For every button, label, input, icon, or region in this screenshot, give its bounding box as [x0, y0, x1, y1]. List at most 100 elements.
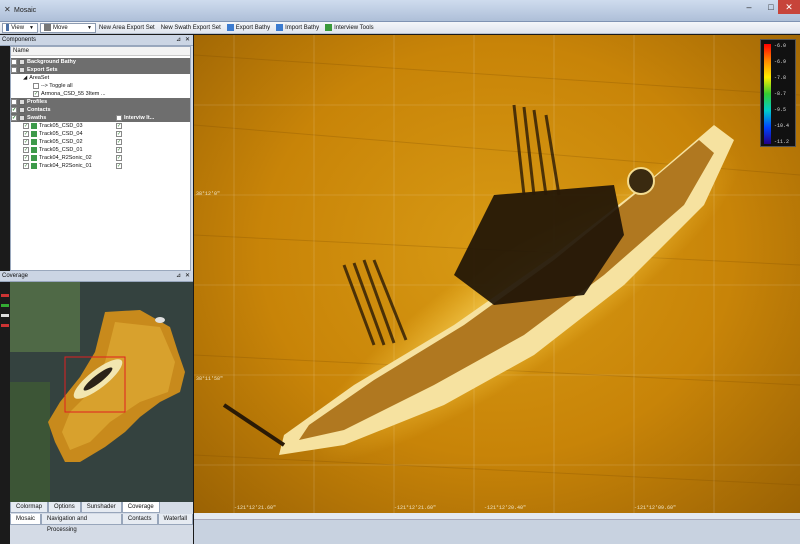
interview-checkbox[interactable] — [116, 155, 122, 161]
close-icon[interactable]: ✕ — [185, 272, 190, 279]
view-dropdown[interactable]: View ▼ — [2, 22, 38, 33]
checkbox[interactable] — [33, 91, 39, 97]
tree-item-areaset-entry[interactable]: Armona_CSD_55 3Item ... — [11, 90, 190, 98]
minimize-button[interactable]: – — [738, 0, 760, 14]
checkbox[interactable] — [23, 123, 29, 129]
export-bathy-button[interactable]: Export Bathy — [224, 22, 273, 33]
tree-group-export-sets[interactable]: Export Sets — [11, 66, 190, 74]
coverage-map[interactable] — [10, 282, 193, 502]
import-bathy-button[interactable]: Import Bathy — [273, 22, 322, 33]
name-column-header[interactable]: Name — [11, 47, 190, 56]
coverage-title: Coverage — [2, 273, 29, 279]
swath-label: Track05_CSD_01 — [39, 147, 83, 153]
tab-options[interactable]: Options — [48, 502, 81, 513]
grid-icon — [19, 107, 25, 113]
new-swath-export-set-button[interactable]: New Swath Export Set — [158, 22, 224, 33]
new-area-export-set-label: New Area Export Set — [99, 24, 155, 31]
interview-tools-button[interactable]: Interview Tools — [322, 22, 377, 33]
swath-label: Track05_CSD_04 — [39, 131, 83, 137]
item-label: --> Toggle all — [41, 83, 73, 89]
side-strip — [0, 46, 10, 544]
close-x-icon[interactable]: ✕ — [4, 5, 11, 14]
swath-label: Track04_R2Sonic_02 — [39, 155, 92, 161]
checkbox[interactable] — [11, 59, 17, 65]
horizontal-scrollbar[interactable] — [194, 513, 800, 520]
checkbox[interactable] — [23, 131, 29, 137]
mode-dropdown[interactable]: Move ▼ — [40, 22, 96, 33]
pin-icon[interactable]: ⊿ — [176, 36, 181, 43]
strip-marker — [1, 294, 9, 297]
swath-row[interactable]: Track04_R2Sonic_02 — [11, 154, 190, 162]
tab-contacts[interactable]: Contacts — [121, 514, 158, 525]
checkbox[interactable] — [11, 107, 17, 113]
interview-checkbox[interactable] — [116, 123, 122, 129]
swath-row[interactable]: Track04_R2Sonic_01 — [11, 162, 190, 170]
group-label: Profiles — [27, 99, 48, 105]
legend-label: -9.5 — [774, 107, 787, 113]
svg-text:-121°12'20.40": -121°12'20.40" — [484, 505, 526, 511]
legend-label: -6.0 — [774, 43, 787, 49]
tree-item-areaset[interactable]: ◢ AreaSet — [11, 74, 190, 82]
interview-checkbox[interactable] — [116, 139, 122, 145]
group-label: Contacts — [27, 107, 51, 113]
sonar-mosaic-image: -121°12'21.60" -121°12'21.60" -121°12'20… — [194, 35, 800, 513]
expand-arrow-icon[interactable]: ◢ — [23, 74, 27, 82]
window-title: Mosaic — [14, 7, 37, 14]
checkbox[interactable] — [33, 83, 39, 89]
tree-item-toggle-all[interactable]: --> Toggle all — [11, 82, 190, 90]
tree-group-swaths[interactable]: Swaths Interviw It... — [11, 114, 190, 122]
depth-legend: -6.0 -6.9 -7.8 -8.7 -9.5 -10.4 -11.2 — [760, 39, 796, 147]
swath-icon — [31, 131, 37, 137]
tab-navigation-processing[interactable]: Navigation and Processing — [41, 514, 122, 533]
new-area-export-set-button[interactable]: New Area Export Set — [96, 22, 158, 33]
checkbox[interactable] — [11, 99, 17, 105]
swath-icon — [31, 139, 37, 145]
chevron-down-icon: ▼ — [87, 24, 92, 31]
chevron-down-icon: ▼ — [29, 24, 34, 31]
tree-group-profiles[interactable]: Profiles — [11, 98, 190, 106]
checkbox[interactable] — [23, 163, 29, 169]
checkbox[interactable] — [23, 155, 29, 161]
tab-waterfall[interactable]: Waterfall — [157, 514, 193, 525]
grid-icon — [19, 67, 25, 73]
components-header: Components ⊿ ✕ — [0, 35, 193, 46]
view-icon — [6, 24, 10, 31]
checkbox[interactable] — [23, 139, 29, 145]
interview-checkbox[interactable] — [116, 163, 122, 169]
tab-coverage[interactable]: Coverage — [121, 502, 160, 513]
tab-sunshader[interactable]: Sunshader — [80, 502, 122, 513]
mosaic-map[interactable]: -121°12'21.60" -121°12'21.60" -121°12'20… — [194, 35, 800, 513]
swath-label: Track05_CSD_02 — [39, 139, 83, 145]
swath-row[interactable]: Track05_CSD_04 — [11, 130, 190, 138]
svg-text:38°12'0": 38°12'0" — [196, 191, 220, 197]
close-button[interactable]: ✕ — [778, 0, 800, 14]
checkbox[interactable] — [11, 115, 17, 121]
interview-column-header[interactable]: Interviw It... — [116, 114, 154, 122]
item-label: Armona_CSD_55 3Item ... — [41, 91, 106, 97]
close-icon[interactable]: ✕ — [185, 36, 190, 43]
tree-group-background-bathy[interactable]: Background Bathy — [11, 58, 190, 66]
new-swath-export-set-label: New Swath Export Set — [160, 24, 221, 31]
checkbox[interactable] — [11, 67, 17, 73]
swath-row[interactable]: Track05_CSD_01 — [11, 146, 190, 154]
tab-colormap[interactable]: Colormap — [10, 502, 49, 513]
bottom-area — [194, 513, 800, 544]
swath-icon — [31, 155, 37, 161]
checkbox[interactable] — [116, 115, 122, 121]
move-icon — [44, 24, 51, 31]
import-bathy-label: Import Bathy — [285, 24, 320, 31]
components-tree: Name Background Bathy Export Sets ◢ Area… — [10, 46, 191, 271]
tab-mosaic[interactable]: Mosaic — [10, 514, 42, 525]
checkbox[interactable] — [23, 147, 29, 153]
legend-label: -11.2 — [774, 139, 790, 145]
tree-group-contacts[interactable]: Contacts — [11, 106, 190, 114]
interview-checkbox[interactable] — [116, 131, 122, 137]
interview-col-label: Interviw It... — [124, 115, 155, 121]
interview-checkbox[interactable] — [116, 147, 122, 153]
swath-row[interactable]: Track05_CSD_02 — [11, 138, 190, 146]
swath-row[interactable]: Track05_CSD_03 — [11, 122, 190, 130]
coverage-header: Coverage ⊿ ✕ — [0, 271, 193, 282]
pin-icon[interactable]: ⊿ — [176, 272, 181, 279]
left-panel: Components ⊿ ✕ Name Background Bathy Exp… — [0, 35, 193, 544]
swath-label: Track04_R2Sonic_01 — [39, 163, 92, 169]
